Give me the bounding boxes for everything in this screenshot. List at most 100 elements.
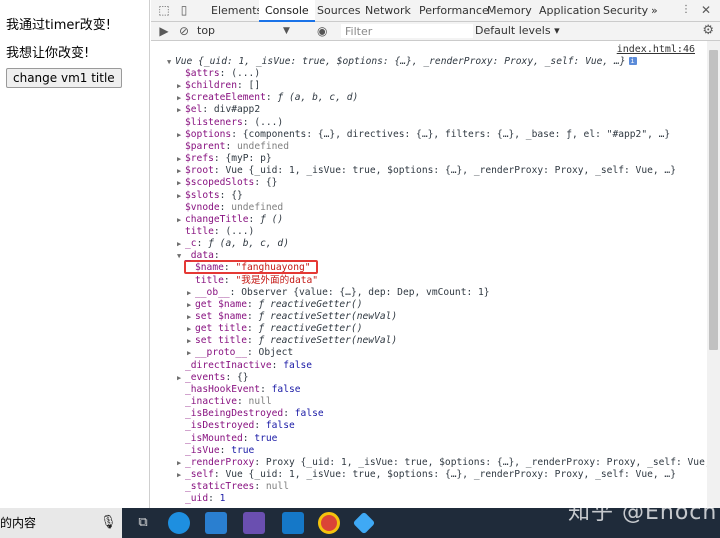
key-separator: : — [254, 457, 266, 468]
vue-object-header[interactable]: ▼ Vue {_uid: 1, _isVue: true, $options: {… — [167, 56, 637, 68]
property-key: $children — [185, 80, 237, 91]
key-separator: : — [213, 226, 226, 237]
key-separator: : — [219, 202, 232, 213]
expand-triangle-icon: ▶ — [177, 82, 182, 90]
tab-memory[interactable]: Memory — [487, 0, 532, 21]
property-value: 1 — [219, 493, 226, 504]
expand-triangle-icon: ▶ — [177, 374, 182, 382]
tab-elements[interactable]: Elements — [211, 0, 262, 21]
console-settings-gear-icon[interactable]: ⚙ — [702, 22, 714, 40]
expand-triangle-icon: ▶ — [177, 131, 182, 139]
key-separator: : — [213, 165, 226, 176]
console-row[interactable]: ▼ _data: — [177, 250, 220, 262]
console-row[interactable]: ▶ __proto__: Object — [187, 347, 293, 359]
property-key: $el — [185, 104, 203, 115]
key-separator: : — [231, 129, 243, 140]
page-text-timer: 我通过timer改变! — [6, 18, 111, 33]
key-separator: : — [219, 190, 232, 201]
console-row: _inactive: null — [177, 396, 272, 408]
console-scrollbar-thumb[interactable] — [709, 50, 718, 350]
console-row[interactable]: ▶ $children: [] — [177, 80, 260, 92]
property-key: _self — [185, 469, 214, 480]
console-row[interactable]: ▶ $slots: {} — [177, 190, 243, 202]
console-row[interactable]: ▶ _c: ƒ (a, b, c, d) — [177, 238, 289, 250]
property-value: {} — [237, 372, 249, 383]
property-value: Object — [258, 347, 294, 358]
clear-console-icon[interactable]: ⊘ — [177, 24, 191, 38]
tab-application[interactable]: Application — [539, 0, 600, 21]
console-row[interactable]: ▶ $el: div#app2 — [177, 104, 260, 116]
console-row[interactable]: ▶ $root: Vue {_uid: 1, _isVue: true, $opt… — [177, 165, 676, 177]
console-row: title: (...) — [177, 226, 254, 238]
expand-triangle-icon: ▶ — [177, 471, 182, 479]
property-key: _staticTrees — [185, 481, 255, 492]
key-separator: : — [208, 493, 220, 504]
console-row[interactable]: ▶ $createElement: ƒ (a, b, c, d) — [177, 92, 358, 104]
property-value: {components: {…}, directives: {…}, filte… — [242, 129, 671, 140]
tab-performance[interactable]: Performance — [419, 0, 489, 21]
key-separator: : — [246, 299, 259, 310]
property-key: $vnode — [185, 202, 220, 213]
console-row: _isVue: true — [177, 445, 254, 457]
show-sidebar-icon[interactable]: ▶ — [157, 24, 171, 38]
console-row[interactable]: ▶ $options: {components: {…}, directives:… — [177, 129, 670, 141]
console-row[interactable]: ▶ $refs: {myP: p} — [177, 153, 272, 165]
watermark: 知乎 @Enoch — [568, 500, 718, 525]
key-separator: : — [248, 214, 261, 225]
device-toolbar-icon[interactable]: ▯ — [177, 3, 191, 17]
change-title-button[interactable]: change vm1 title — [6, 68, 122, 88]
console-row[interactable]: ▶ get title: ƒ reactiveGetter() — [187, 323, 363, 335]
source-link[interactable]: index.html:46 — [617, 44, 695, 55]
inspect-element-icon[interactable]: ⬚ — [157, 3, 171, 17]
tab-security[interactable]: Security — [603, 0, 648, 21]
expand-triangle-icon: ▶ — [187, 349, 192, 357]
photos-icon[interactable] — [205, 512, 227, 534]
live-expression-eye-icon[interactable]: ◉ — [317, 22, 327, 40]
console-row[interactable]: ▶ _renderProxy: Proxy {_uid: 1, _isVue: t… — [177, 457, 707, 469]
console-row[interactable]: ▶ $scopedSlots: {} — [177, 177, 277, 189]
key-separator: : — [254, 420, 266, 431]
console-toolbar: ▶ ⊘ top ▼ ◉ Default levels ▾ ⚙ — [151, 22, 720, 41]
console-row[interactable]: ▶ set title: ƒ reactiveSetter(newVal) — [187, 335, 397, 347]
task-view-icon[interactable]: ⧉ — [132, 512, 154, 534]
console-row[interactable]: ▶ changeTitle: ƒ () — [177, 214, 283, 226]
property-key: $createElement — [185, 92, 266, 103]
context-chevron-down-icon: ▼ — [283, 26, 290, 36]
property-value: "fanghuayong" — [235, 262, 311, 273]
property-value: false — [294, 408, 324, 419]
console-row[interactable]: ▶ _events: {} — [177, 372, 249, 384]
console-row[interactable]: ▶ _self: Vue {_uid: 1, _isVue: true, $opt… — [177, 469, 676, 481]
property-key: _data — [185, 250, 214, 261]
key-separator: : — [271, 360, 284, 371]
vscode-icon[interactable] — [282, 512, 304, 534]
tab-network[interactable]: Network — [365, 0, 411, 21]
more-tabs-button[interactable]: » — [651, 0, 658, 21]
console-row[interactable]: ▶ set $name: ƒ reactiveSetter(newVal) — [187, 311, 397, 323]
tab-sources[interactable]: Sources — [317, 0, 361, 21]
context-selector[interactable]: top — [197, 22, 215, 40]
key-separator: : — [225, 372, 237, 383]
console-row[interactable]: ▶ get $name: ƒ reactiveGetter() — [187, 299, 363, 311]
close-devtools-icon[interactable]: ✕ — [699, 3, 713, 17]
edge-icon[interactable] — [168, 512, 190, 534]
chrome-icon[interactable] — [318, 512, 340, 534]
app-purple-icon[interactable] — [243, 512, 265, 534]
console-row[interactable]: ▶ __ob__: Observer {value: {…}, dep: Dep,… — [187, 287, 490, 299]
more-options-icon[interactable]: ⋮ — [679, 3, 693, 17]
property-value: Proxy {_uid: 1, _isVue: true, $options: … — [265, 457, 707, 468]
tab-console[interactable]: Console — [259, 0, 315, 22]
property-value: false — [283, 360, 313, 371]
property-value: ƒ (a, b, c, d) — [277, 92, 359, 103]
property-value: Observer {value: {…}, dep: Dep, vmCount:… — [241, 287, 490, 298]
property-key: _renderProxy — [185, 457, 255, 468]
taskbar-search-text[interactable]: 的内容 — [0, 508, 36, 538]
property-value: "我是外面的data" — [235, 275, 319, 286]
key-separator: : — [254, 481, 266, 492]
property-value: {} — [231, 190, 243, 201]
log-levels-dropdown[interactable]: Default levels ▾ — [475, 22, 560, 40]
filter-input[interactable] — [341, 24, 473, 38]
microphone-icon[interactable]: 🎙 — [100, 508, 117, 538]
console-row: $name: "fanghuayong" — [187, 262, 311, 274]
expand-triangle-icon: ▶ — [177, 216, 182, 224]
property-value: ƒ reactiveSetter(newVal) — [258, 311, 398, 322]
